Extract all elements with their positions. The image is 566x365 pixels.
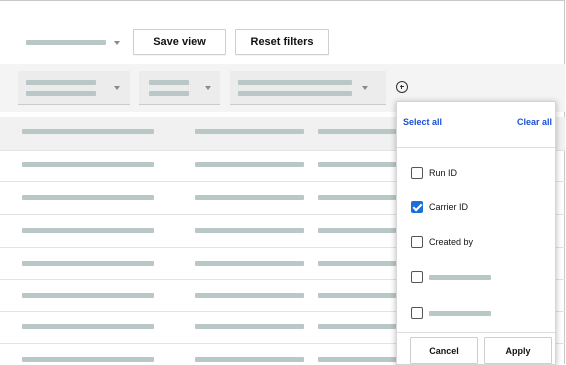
filter-label bbox=[26, 80, 96, 85]
column-option[interactable] bbox=[411, 306, 491, 320]
table-cell bbox=[195, 228, 304, 233]
table-cell bbox=[318, 162, 396, 167]
table-cell bbox=[22, 293, 154, 298]
option-label: Carrier ID bbox=[429, 202, 469, 212]
table-cell bbox=[318, 357, 396, 362]
table-cell bbox=[195, 195, 304, 200]
table-cell bbox=[195, 357, 304, 362]
table-cell bbox=[22, 261, 154, 266]
chevron-down-icon bbox=[114, 86, 120, 90]
checkbox[interactable] bbox=[411, 307, 423, 319]
filter-label bbox=[149, 80, 189, 85]
table-cell bbox=[22, 162, 154, 167]
checkbox[interactable] bbox=[411, 167, 423, 179]
table-cell bbox=[318, 324, 396, 329]
filter-dropdown[interactable] bbox=[18, 71, 130, 105]
view-selector-value bbox=[26, 40, 106, 45]
column-header[interactable] bbox=[22, 129, 154, 134]
plus-circle-icon[interactable] bbox=[396, 81, 408, 93]
chevron-down-icon bbox=[205, 86, 211, 90]
table-cell bbox=[22, 195, 154, 200]
checkbox[interactable] bbox=[411, 271, 423, 283]
table-cell bbox=[195, 162, 304, 167]
chevron-down-icon bbox=[114, 41, 120, 45]
table-cell bbox=[318, 261, 396, 266]
checkmark-icon[interactable] bbox=[411, 201, 423, 213]
table-cell bbox=[195, 324, 304, 329]
table-cell bbox=[318, 293, 396, 298]
cancel-button[interactable]: Cancel bbox=[410, 337, 478, 364]
filter-value bbox=[26, 91, 96, 96]
clear-all-link[interactable]: Clear all bbox=[517, 117, 552, 127]
chevron-down-icon bbox=[362, 86, 368, 90]
table-cell bbox=[22, 324, 154, 329]
divider bbox=[397, 147, 555, 148]
table-cell bbox=[22, 228, 154, 233]
table-cell bbox=[318, 195, 396, 200]
column-option-created-by[interactable]: Created by bbox=[411, 235, 473, 249]
filter-dropdown[interactable] bbox=[230, 71, 386, 105]
option-label-placeholder bbox=[429, 274, 491, 280]
select-all-link[interactable]: Select all bbox=[403, 117, 442, 127]
table-cell bbox=[22, 357, 154, 362]
table-cell bbox=[318, 228, 396, 233]
column-option-carrier-id[interactable]: Carrier ID bbox=[411, 200, 468, 214]
table-cell bbox=[195, 261, 304, 266]
filter-value bbox=[149, 91, 189, 96]
view-selector[interactable] bbox=[26, 40, 126, 46]
apply-button[interactable]: Apply bbox=[484, 337, 552, 364]
option-label-placeholder bbox=[429, 310, 491, 316]
option-label: Created by bbox=[429, 237, 474, 247]
checkbox[interactable] bbox=[411, 236, 423, 248]
reset-filters-button[interactable]: Reset filters bbox=[235, 29, 329, 55]
table-cell bbox=[195, 293, 304, 298]
save-view-button[interactable]: Save view bbox=[133, 29, 226, 55]
column-header[interactable] bbox=[318, 129, 396, 134]
filter-dropdown[interactable] bbox=[139, 71, 220, 105]
option-label: Run ID bbox=[429, 168, 458, 178]
divider bbox=[397, 332, 555, 333]
filter-value bbox=[238, 91, 352, 96]
filter-label bbox=[238, 80, 352, 85]
column-chooser-popover: Select all Clear all Run ID Carrier ID C… bbox=[396, 101, 556, 365]
column-header[interactable] bbox=[195, 129, 304, 134]
column-option[interactable] bbox=[411, 270, 491, 284]
column-option-run-id[interactable]: Run ID bbox=[411, 166, 457, 180]
